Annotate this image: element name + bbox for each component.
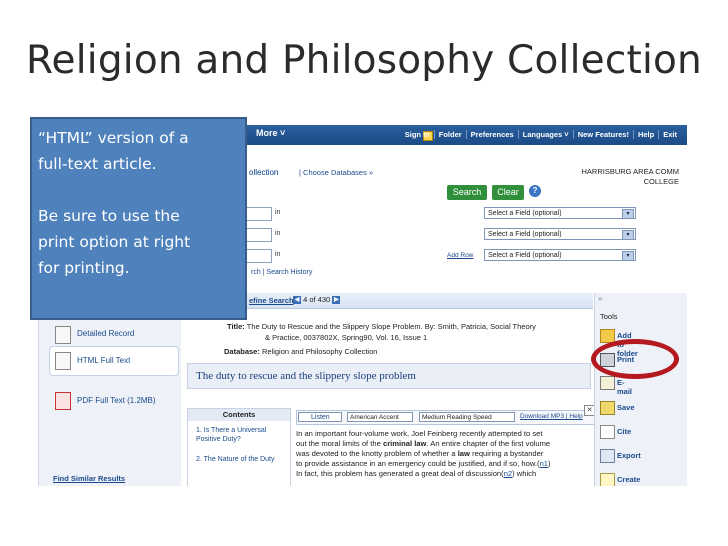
search-button[interactable]: Search xyxy=(447,185,487,200)
field-select-1[interactable]: Select a Field (optional) ▾ xyxy=(484,207,636,219)
chevron-down-icon: ▾ xyxy=(622,251,634,261)
find-similar-results-link[interactable]: Find Similar Results xyxy=(53,474,125,483)
refine-search-link[interactable]: efine Search xyxy=(249,296,294,305)
help-icon[interactable]: ? xyxy=(529,185,541,197)
save-disk-icon xyxy=(600,401,615,415)
exit-link[interactable]: Exit xyxy=(658,130,681,139)
contents-heading: Contents xyxy=(188,409,290,421)
tools-heading: Tools xyxy=(600,312,618,321)
next-arrow-icon[interactable]: ▶ xyxy=(332,296,341,305)
contents-panel: Contents 1. Is There a Universal Positiv… xyxy=(187,408,291,486)
document-icon xyxy=(55,326,71,344)
more-menu[interactable]: More ˅ xyxy=(256,128,285,138)
field-select-2[interactable]: Select a Field (optional) ▾ xyxy=(484,228,636,240)
email-icon xyxy=(600,376,615,390)
slide-title: Religion and Philosophy Collection xyxy=(26,38,702,83)
pdf-icon xyxy=(55,392,71,410)
preferences-link[interactable]: Preferences xyxy=(465,130,518,139)
new-features-link[interactable]: New Features! xyxy=(572,130,633,139)
choose-databases-link[interactable]: | Choose Databases » xyxy=(299,168,373,177)
institution-name: HARRISBURG AREA COMM COLLEGE xyxy=(581,167,679,186)
print-highlight-oval xyxy=(591,339,679,379)
article-title-box: The duty to rescue and the slippery slop… xyxy=(187,363,591,389)
result-navigation-bar: efine Search ◀ 4 of 430 ▶ xyxy=(235,293,593,309)
result-pager: ◀ 4 of 430 ▶ xyxy=(293,295,341,305)
search-history-links[interactable]: rch | Search History xyxy=(251,269,312,276)
record-title: Title: The Duty to Rescue and the Slippe… xyxy=(227,322,536,342)
pdf-full-text-link[interactable]: PDF Full Text (1.2MB) xyxy=(77,396,156,405)
collapse-chevron-icon[interactable]: » xyxy=(598,294,602,303)
note-icon xyxy=(600,473,615,486)
collection-name: ollection xyxy=(249,168,279,177)
add-row-link[interactable]: Add Row xyxy=(447,252,473,259)
help-link[interactable]: Help xyxy=(632,130,658,139)
contents-item-1[interactable]: 1. Is There a Universal Positive Duty? xyxy=(196,426,284,444)
in-label: in xyxy=(275,209,281,216)
article-body: In an important four-volume work, Joel F… xyxy=(296,429,551,478)
left-sidebar: Detailed Record HTML Full Text PDF Full … xyxy=(39,310,181,486)
detailed-record-link[interactable]: Detailed Record xyxy=(77,329,134,338)
languages-link[interactable]: Languages ˅ xyxy=(517,130,573,139)
export-icon xyxy=(600,449,615,463)
html-document-icon xyxy=(55,352,71,370)
footnote-n1-link[interactable]: n1 xyxy=(540,459,548,468)
download-mp3-link[interactable]: Download MP3 | Help xyxy=(520,413,583,420)
footnote-n2-link[interactable]: n2 xyxy=(504,469,512,478)
chevron-down-icon: ▾ xyxy=(622,230,634,240)
text-to-speech-bar: Listen American Accent Medium Reading Sp… xyxy=(296,410,595,425)
folder-link[interactable]: Folder xyxy=(433,130,466,139)
in-label: in xyxy=(275,251,281,258)
html-full-text-link[interactable]: HTML Full Text xyxy=(77,356,130,365)
top-links: Sign In Folder Preferences Languages ˅ N… xyxy=(401,130,681,139)
field-select-3[interactable]: Select a Field (optional) ▾ xyxy=(484,249,636,261)
contents-item-2[interactable]: 2. The Nature of the Duty xyxy=(196,455,284,464)
sign-in-link[interactable]: Sign In xyxy=(401,130,434,139)
clear-button[interactable]: Clear xyxy=(492,185,524,200)
chevron-down-icon: ▾ xyxy=(622,209,634,219)
tools-panel: » Tools Add to folder Print E-mail Save … xyxy=(594,293,687,486)
in-label: in xyxy=(275,230,281,237)
instruction-callout: “HTML” version of a full-text article. B… xyxy=(30,117,247,320)
record-database: Database: Religion and Philosophy Collec… xyxy=(224,347,378,356)
article-title: The duty to rescue and the slippery slop… xyxy=(196,370,416,382)
listen-button[interactable]: Listen xyxy=(298,412,342,422)
accent-select[interactable]: American Accent xyxy=(347,412,413,422)
cite-document-icon xyxy=(600,425,615,439)
previous-arrow-icon[interactable]: ◀ xyxy=(293,296,301,305)
speed-select[interactable]: Medium Reading Speed xyxy=(419,412,515,422)
